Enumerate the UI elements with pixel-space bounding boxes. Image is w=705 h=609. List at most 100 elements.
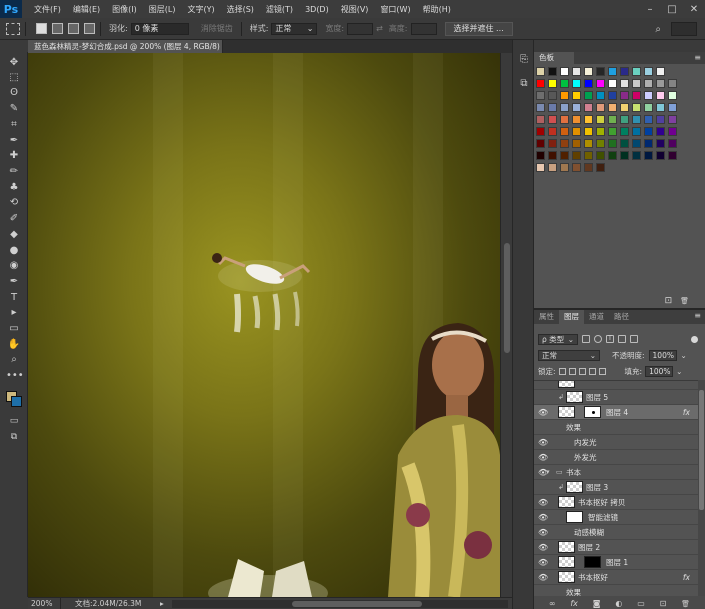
- color-swatch[interactable]: [608, 67, 617, 76]
- type-tool-icon[interactable]: T: [6, 291, 22, 305]
- color-swatch[interactable]: [548, 91, 557, 100]
- history-brush-tool-icon[interactable]: ⟲: [6, 196, 22, 210]
- color-swatch[interactable]: [548, 103, 557, 112]
- color-swatch[interactable]: [620, 67, 629, 76]
- color-swatch[interactable]: [548, 151, 557, 160]
- path-select-tool-icon[interactable]: ▸: [6, 306, 22, 320]
- status-menu-icon[interactable]: ▸: [160, 599, 172, 608]
- color-swatch[interactable]: [572, 139, 581, 148]
- color-swatch[interactable]: [560, 67, 569, 76]
- lock-transparent-icon[interactable]: [558, 367, 566, 375]
- color-swatch[interactable]: [560, 91, 569, 100]
- menu-view[interactable]: 视图(V): [335, 4, 375, 15]
- color-swatch[interactable]: [548, 139, 557, 148]
- visibility-eye-icon[interactable]: 👁: [538, 558, 548, 567]
- layer-row[interactable]: [534, 381, 698, 390]
- layer-effect-row[interactable]: 👁 外发光: [534, 450, 698, 465]
- color-swatch[interactable]: [536, 103, 545, 112]
- lock-position-icon[interactable]: [578, 367, 586, 375]
- new-swatch-icon[interactable]: ⊡: [665, 296, 673, 306]
- dodge-tool-icon[interactable]: ◉: [6, 259, 22, 273]
- delete-icon[interactable]: 🗑: [680, 297, 689, 305]
- color-swatch[interactable]: [584, 91, 593, 100]
- quick-mask-icon[interactable]: ▭: [6, 414, 22, 428]
- history-panel-icon[interactable]: ⎘: [517, 54, 531, 68]
- color-swatch[interactable]: [560, 115, 569, 124]
- color-swatch[interactable]: [536, 79, 545, 88]
- smart-filter-mask-thumbnail[interactable]: [566, 511, 583, 523]
- color-swatch[interactable]: [548, 115, 557, 124]
- subtract-selection-icon[interactable]: [68, 23, 79, 34]
- eyedropper-tool-icon[interactable]: ✒: [6, 134, 22, 148]
- color-swatch[interactable]: [572, 115, 581, 124]
- color-swatch[interactable]: [596, 115, 605, 124]
- color-swatch[interactable]: [632, 79, 641, 88]
- color-swatch[interactable]: [656, 67, 665, 76]
- add-mask-icon[interactable]: ◙: [593, 599, 601, 608]
- add-selection-icon[interactable]: [52, 23, 63, 34]
- zoom-level[interactable]: 200%: [28, 599, 60, 608]
- color-swatch[interactable]: [596, 103, 605, 112]
- scroll-thumb[interactable]: [699, 390, 704, 510]
- color-swatch[interactable]: [608, 151, 617, 160]
- color-swatch[interactable]: [620, 91, 629, 100]
- color-swatch[interactable]: [596, 127, 605, 136]
- color-swatch[interactable]: [560, 103, 569, 112]
- pen-tool-icon[interactable]: ✒: [6, 275, 22, 289]
- color-swatch[interactable]: [596, 79, 605, 88]
- color-swatch[interactable]: [644, 91, 653, 100]
- layer-effect-row[interactable]: 👁 内发光: [534, 435, 698, 450]
- menu-window[interactable]: 窗口(W): [374, 4, 416, 15]
- type-filter-icon[interactable]: T: [606, 335, 614, 343]
- color-swatch[interactable]: [596, 91, 605, 100]
- visibility-eye-icon[interactable]: 👁: [538, 453, 548, 462]
- brush-tool-icon[interactable]: ✏: [6, 165, 22, 179]
- scroll-thumb[interactable]: [292, 600, 422, 607]
- color-swatch[interactable]: [608, 103, 617, 112]
- tab-layers[interactable]: 图层: [559, 310, 584, 324]
- shape-filter-icon[interactable]: [618, 335, 626, 343]
- color-swatch[interactable]: [596, 163, 605, 172]
- lock-all-icon[interactable]: [598, 367, 606, 375]
- color-swatch[interactable]: [644, 139, 653, 148]
- color-swatch[interactable]: [536, 151, 545, 160]
- layer-row[interactable]: 👁 书本抠好 拷贝: [534, 495, 698, 510]
- layer-effects-icon[interactable]: fx: [683, 573, 690, 582]
- color-swatch[interactable]: [668, 127, 677, 136]
- color-swatch[interactable]: [560, 163, 569, 172]
- visibility-eye-icon[interactable]: 👁: [538, 513, 548, 522]
- color-swatch[interactable]: [584, 151, 593, 160]
- layer-row[interactable]: ↲ 图层 3: [534, 480, 698, 495]
- color-swatch[interactable]: [572, 103, 581, 112]
- adjustment-filter-icon[interactable]: [594, 335, 602, 343]
- color-swatch[interactable]: [596, 151, 605, 160]
- color-swatch[interactable]: [668, 91, 677, 100]
- zoom-tool-icon[interactable]: ⌕: [6, 353, 22, 367]
- select-and-mask-button[interactable]: 选择并遮住 ...: [444, 21, 513, 36]
- color-swatch[interactable]: [572, 127, 581, 136]
- color-swatch[interactable]: [584, 79, 593, 88]
- chevron-down-icon[interactable]: ⌄: [681, 351, 687, 360]
- new-group-icon[interactable]: ▭: [637, 599, 645, 608]
- color-swatch[interactable]: [572, 163, 581, 172]
- color-swatch[interactable]: [632, 91, 641, 100]
- color-swatch[interactable]: [548, 67, 557, 76]
- color-swatch[interactable]: [596, 67, 605, 76]
- color-swatch[interactable]: [536, 127, 545, 136]
- color-swatch[interactable]: [608, 139, 617, 148]
- color-swatch[interactable]: [584, 163, 593, 172]
- rectangle-tool-icon[interactable]: ▭: [6, 322, 22, 336]
- color-swatch[interactable]: [668, 79, 677, 88]
- color-swatch[interactable]: [548, 163, 557, 172]
- tab-swatches[interactable]: 色板: [534, 52, 574, 64]
- layer-effect-row[interactable]: 👁 智能滤镜: [534, 510, 698, 525]
- properties-panel-icon[interactable]: ⧉: [517, 78, 531, 92]
- color-swatch[interactable]: [608, 115, 617, 124]
- visibility-eye-icon[interactable]: 👁: [538, 543, 548, 552]
- tab-channels[interactable]: 通道: [584, 310, 609, 324]
- color-swatch[interactable]: [620, 115, 629, 124]
- color-swatch[interactable]: [608, 79, 617, 88]
- visibility-eye-icon[interactable]: 👁: [538, 528, 548, 537]
- marquee-tool-icon[interactable]: ⬚: [6, 71, 22, 85]
- layer-effect-row[interactable]: 效果: [534, 420, 698, 435]
